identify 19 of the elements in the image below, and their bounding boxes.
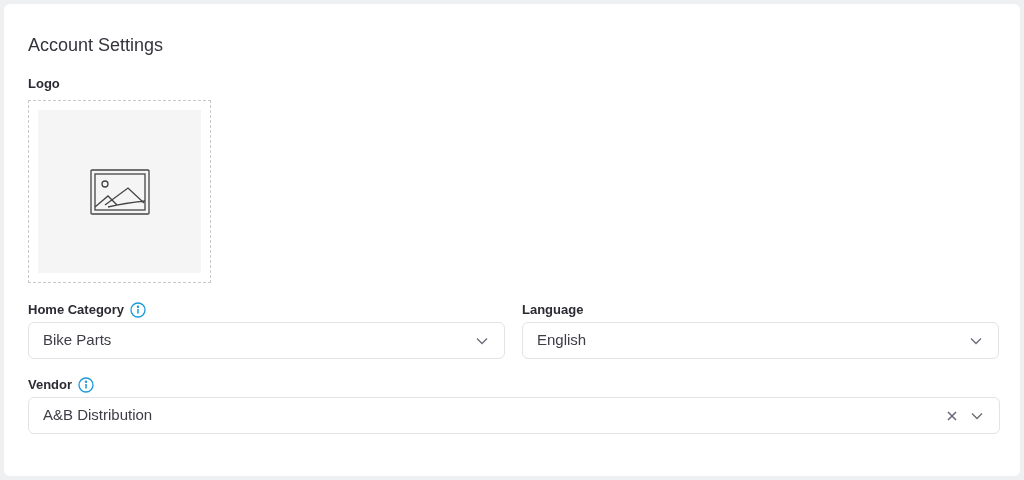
clear-icon[interactable] — [947, 410, 957, 421]
select-field[interactable]: English — [522, 322, 999, 359]
page-title: Account Settings — [28, 34, 165, 57]
chevron-down-icon — [476, 336, 488, 345]
chevron-down-icon — [970, 336, 982, 345]
select-field[interactable]: Bike Parts — [28, 322, 505, 359]
field-label: Vendor — [28, 376, 73, 395]
info-icon[interactable] — [78, 377, 95, 393]
field-label: Logo — [28, 76, 61, 92]
image-icon — [89, 168, 150, 215]
select-value: Bike Parts — [43, 330, 113, 351]
chevron-down-icon — [971, 411, 983, 420]
logo-upload-area[interactable] — [28, 100, 211, 283]
info-icon[interactable] — [130, 302, 147, 318]
select-value: A&B Distribution — [43, 405, 154, 426]
select-value: English — [537, 330, 588, 351]
field-label: Home Category — [28, 301, 125, 320]
select-field[interactable]: A&B Distribution — [28, 397, 1000, 434]
field-label: Language — [522, 301, 584, 320]
